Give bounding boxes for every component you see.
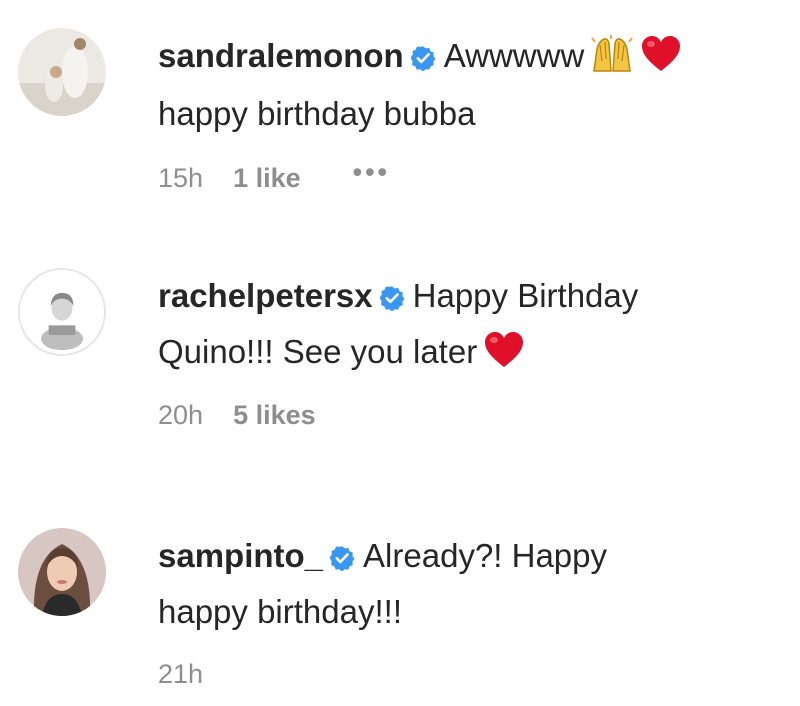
avatar[interactable] <box>18 268 106 356</box>
raising-hands-icon <box>590 35 634 88</box>
comment-text: Awwwww <box>443 37 585 74</box>
avatar-photo <box>18 28 106 116</box>
comment-timestamp[interactable]: 21h <box>158 656 203 692</box>
comment-text: Already?! Happy <box>363 537 608 574</box>
heart-icon <box>640 35 682 88</box>
comment-meta: 20h 5 likes <box>158 397 368 433</box>
comment-text-line2: happy birthday!!! <box>158 593 402 630</box>
comment-timestamp[interactable]: 20h <box>158 397 203 433</box>
verified-badge-icon <box>410 34 436 86</box>
comment-username[interactable]: sandralemonon <box>158 37 404 74</box>
avatar[interactable] <box>18 28 106 116</box>
comment-text-line2: happy birthday bubba <box>158 95 476 132</box>
verified-badge-icon <box>379 274 405 326</box>
comment-body: sandralemonon Awwwww happy birthday bubba <box>158 30 778 140</box>
comment-body: sampinto_ Already?! Happy happy birthday!… <box>158 530 778 638</box>
avatar-photo <box>18 528 106 616</box>
comment-likes-link[interactable]: 1 like <box>233 160 301 196</box>
verified-badge-icon <box>329 534 355 586</box>
comment-username[interactable]: rachelpetersx <box>158 277 373 314</box>
comment-text: Happy Birthday <box>412 277 639 314</box>
comment-likes-link[interactable]: 5 likes <box>233 397 316 433</box>
comment-body: rachelpetersx Happy Birthday Quino!!! See… <box>158 270 778 384</box>
more-options-icon[interactable]: ••• <box>353 154 390 190</box>
comment-text-line2: Quino!!! See you later <box>158 333 478 370</box>
comment-username[interactable]: sampinto_ <box>158 537 323 574</box>
avatar[interactable] <box>18 528 106 616</box>
comment-timestamp[interactable]: 15h <box>158 160 203 196</box>
comment-meta: 21h <box>158 656 233 692</box>
comment-meta: 15h 1 like ••• <box>158 157 390 196</box>
heart-icon <box>483 331 525 384</box>
avatar-photo <box>20 270 104 354</box>
